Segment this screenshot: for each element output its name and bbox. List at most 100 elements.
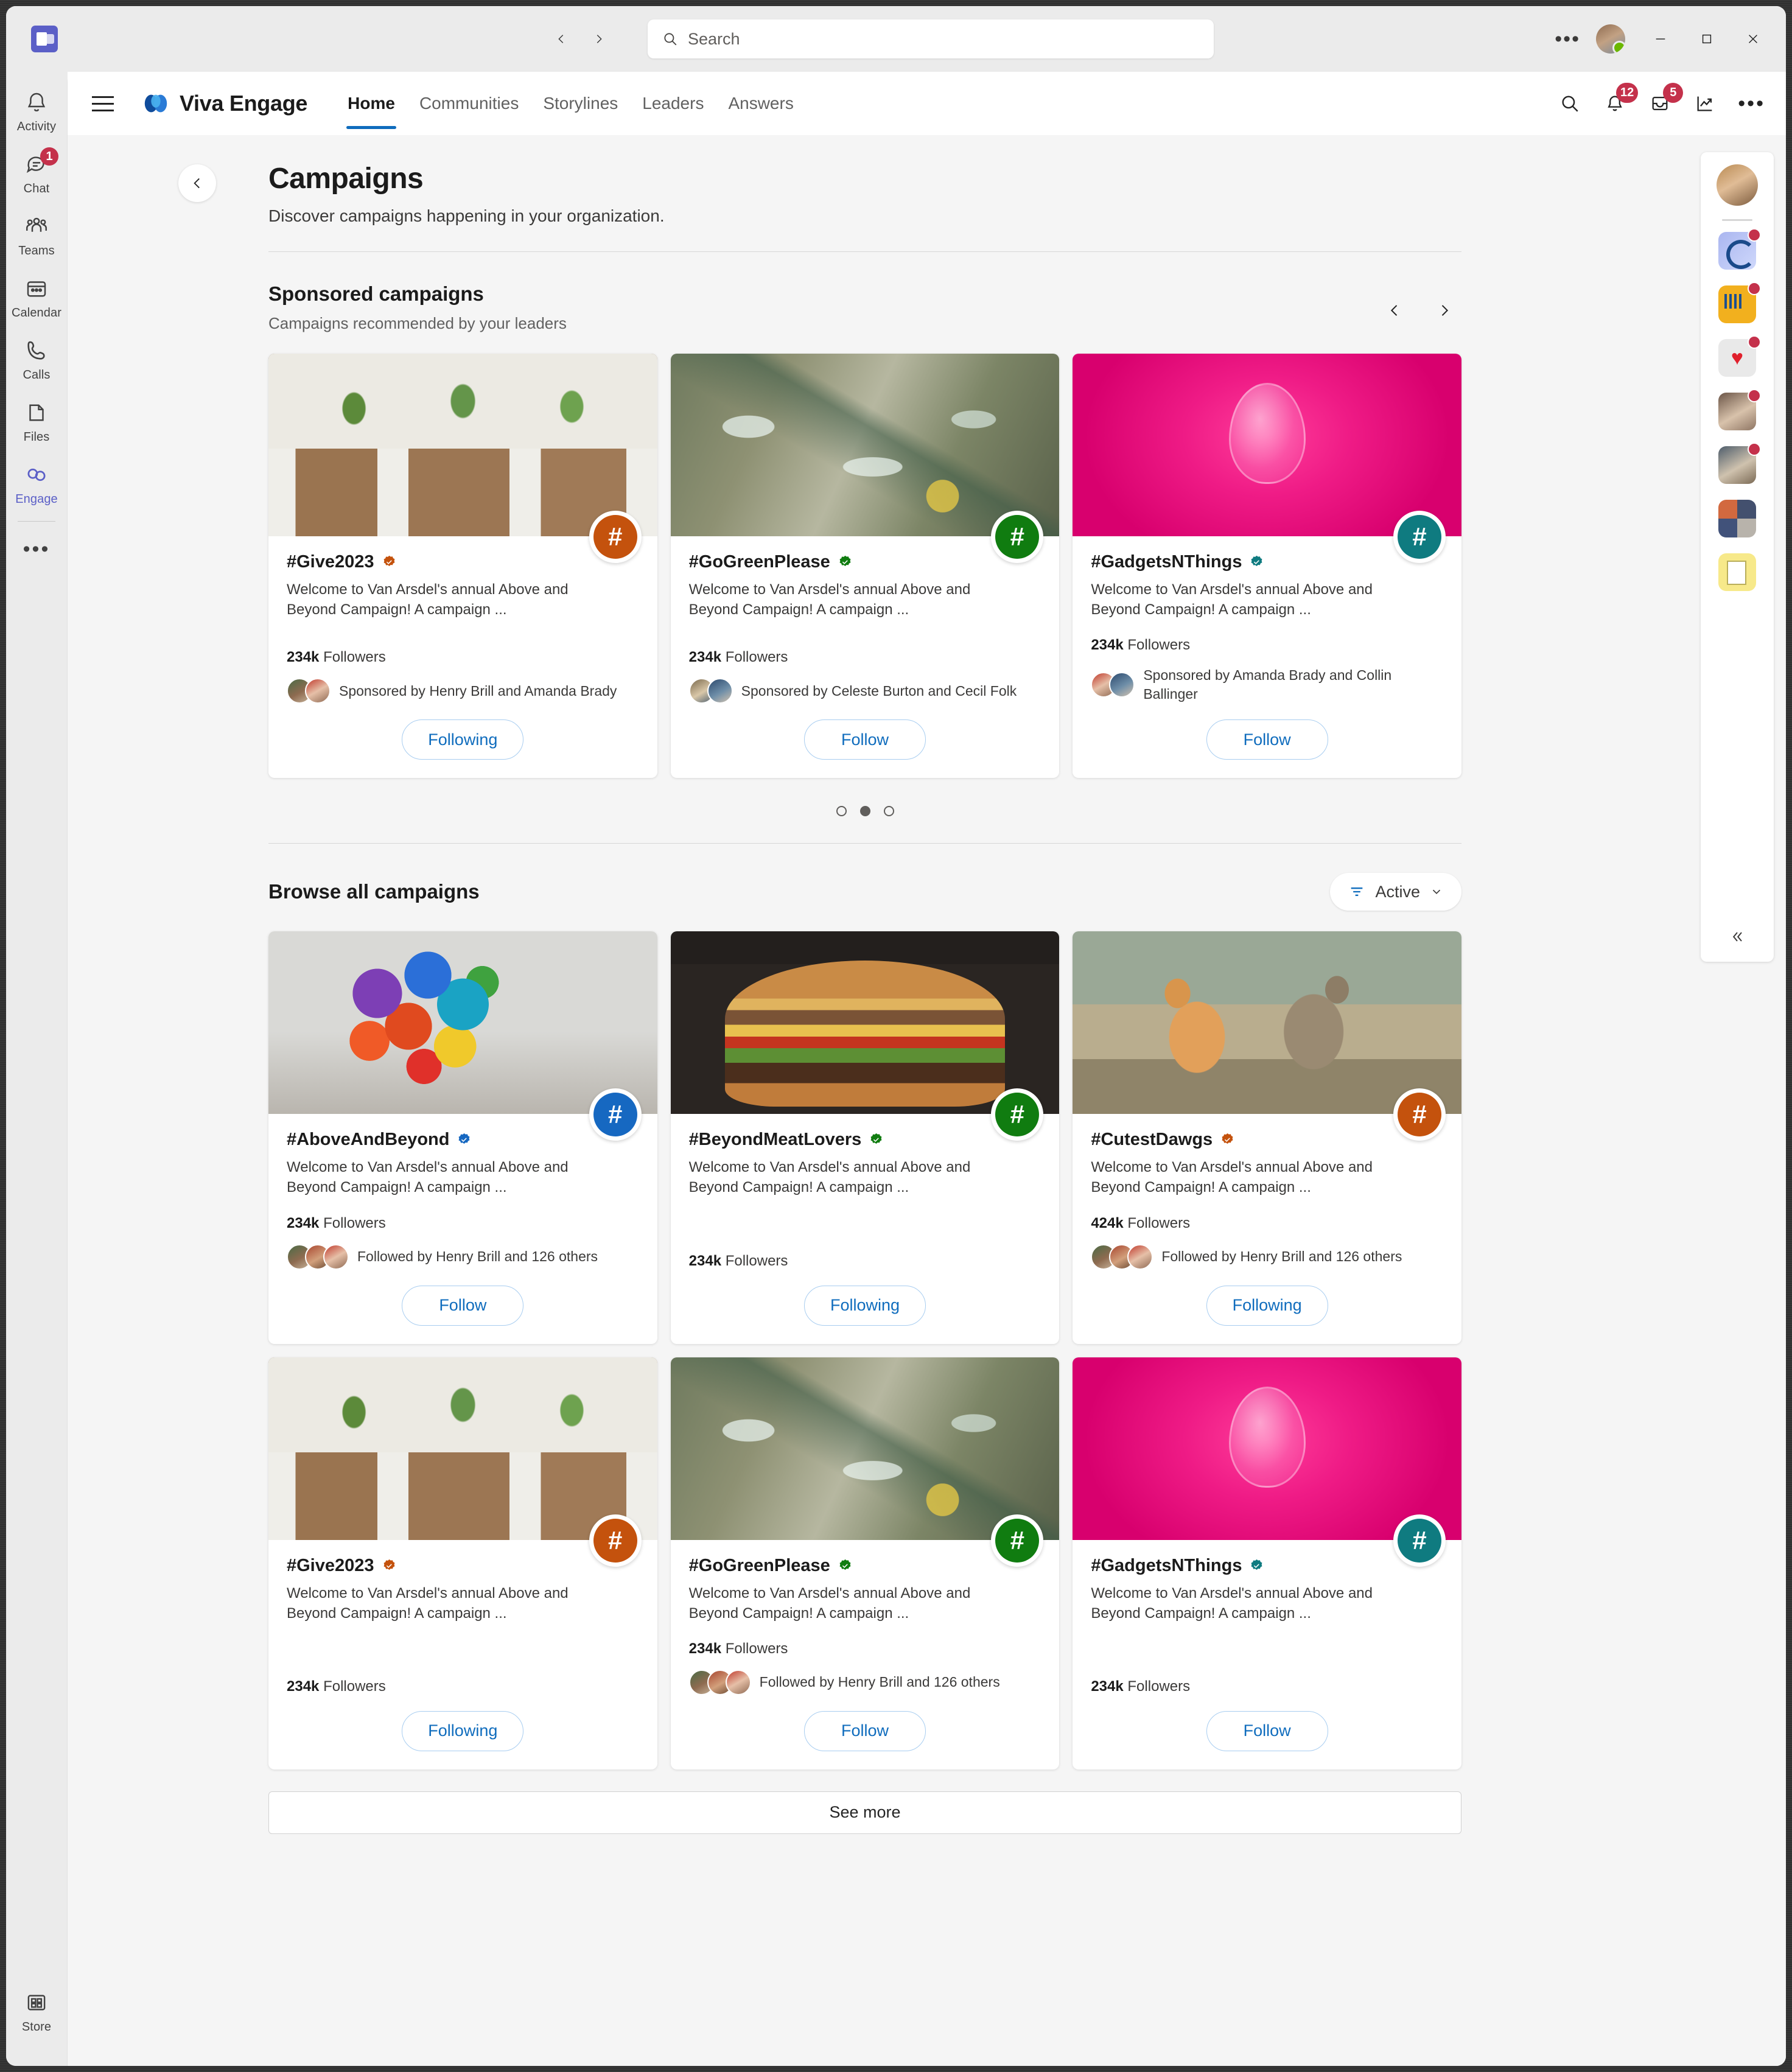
follow-button[interactable]: Following: [402, 719, 524, 760]
tab-answers[interactable]: Answers: [716, 72, 805, 135]
hashtag-icon: #: [1398, 1093, 1441, 1137]
campaign-hashtag-avatar: #: [991, 511, 1044, 563]
page-back-button[interactable]: [178, 164, 216, 202]
campaign-card[interactable]: # #BeyondMeatLovers Welcome to Van Arsde…: [670, 931, 1060, 1344]
header-overflow-button[interactable]: •••: [1733, 92, 1765, 116]
search-icon[interactable]: [1553, 86, 1587, 121]
campaign-card[interactable]: # #CutestDawgs Welcome to Van Arsdel's a…: [1073, 931, 1461, 1344]
sidebar-item-teams[interactable]: Teams: [6, 207, 67, 263]
forward-button[interactable]: [582, 22, 616, 56]
campaign-card[interactable]: # #Give2023 Welcome to Van Arsdel's annu…: [268, 1357, 657, 1769]
sidebar-item-files[interactable]: Files: [6, 393, 67, 449]
maximize-button[interactable]: [1685, 17, 1729, 61]
followers-count: 234k: [688, 1640, 722, 1657]
notifications-bell-icon[interactable]: 12: [1598, 83, 1639, 121]
avatar-group: [1091, 672, 1135, 698]
verified-badge-icon: [870, 1133, 882, 1144]
follow-button[interactable]: Follow: [1206, 719, 1328, 760]
analytics-icon[interactable]: [1688, 86, 1722, 121]
campaign-people-text: Sponsored by Amanda Brady and Collin Bal…: [1143, 667, 1392, 702]
right-rail-item-documents[interactable]: [1718, 553, 1756, 591]
filter-dropdown[interactable]: Active: [1330, 873, 1461, 911]
right-rail-item-people-grid[interactable]: [1718, 500, 1756, 537]
campaign-people-text: Sponsored by Celeste Burton and Cecil Fo…: [741, 682, 1017, 699]
campaign-card[interactable]: # #Give2023 Welcome to Van Arsdel's annu…: [268, 354, 657, 779]
follow-button[interactable]: Follow: [803, 1710, 926, 1751]
avatar: [1127, 1244, 1153, 1270]
campaign-card[interactable]: # #GadgetsNThings Welcome to Van Arsdel'…: [1073, 1357, 1461, 1769]
filter-label: Active: [1375, 882, 1420, 901]
tab-leaders[interactable]: Leaders: [630, 72, 716, 135]
right-rail-item-person-photo[interactable]: [1718, 389, 1761, 430]
sidebar-item-activity[interactable]: Activity: [6, 83, 67, 139]
follow-button[interactable]: Following: [1206, 1285, 1328, 1326]
avatar: [725, 1669, 751, 1695]
hashtag-icon: #: [593, 515, 637, 559]
campaign-cover-image: [268, 931, 657, 1115]
follow-button[interactable]: Following: [402, 1710, 524, 1751]
hashtag-icon: #: [1398, 1518, 1441, 1563]
campaign-people-row: Followed by Henry Brill and 126 others: [1091, 1244, 1443, 1270]
chat-badge: 1: [40, 147, 58, 166]
see-more-button[interactable]: See more: [268, 1791, 1461, 1834]
inbox-icon[interactable]: 5: [1643, 83, 1684, 121]
avatar: [323, 1244, 349, 1270]
bell-icon: [23, 89, 50, 116]
right-rail-item-presentation[interactable]: [1718, 282, 1761, 323]
followers-label: Followers: [725, 1252, 788, 1269]
search-input[interactable]: Search: [648, 19, 1214, 58]
follow-button[interactable]: Follow: [1206, 1710, 1328, 1751]
avatar[interactable]: [1717, 164, 1758, 206]
follow-button[interactable]: Follow: [402, 1285, 524, 1326]
right-rail-item-viva-connections[interactable]: [1718, 228, 1761, 270]
sidebar-item-calendar[interactable]: Calendar: [6, 269, 67, 325]
window-overflow-button[interactable]: •••: [1541, 27, 1594, 51]
campaign-title: #GadgetsNThings: [1091, 552, 1242, 572]
campaign-title: #GoGreenPlease: [688, 552, 830, 572]
back-button[interactable]: [544, 22, 578, 56]
chevron-double-left-icon: [1732, 932, 1742, 942]
sidebar-item-engage[interactable]: Engage: [6, 455, 67, 511]
tab-storylines[interactable]: Storylines: [531, 72, 630, 135]
carousel-dot[interactable]: [836, 806, 847, 817]
carousel-dot[interactable]: [883, 806, 894, 817]
right-rail-item-heart[interactable]: [1718, 335, 1761, 377]
campaign-card[interactable]: # #GoGreenPlease Welcome to Van Arsdel's…: [670, 354, 1060, 779]
follow-button[interactable]: Follow: [803, 719, 926, 760]
teams-window: Search ••• Activity 1 Chat Teams Calenda…: [6, 6, 1786, 2066]
sidebar-item-chat[interactable]: 1 Chat: [6, 145, 67, 201]
campaign-description: Welcome to Van Arsdel's annual Above and…: [688, 1159, 971, 1196]
close-button[interactable]: [1731, 17, 1775, 61]
section-divider: [268, 251, 1461, 252]
right-rail-item-person-laptop[interactable]: [1718, 443, 1761, 484]
campaign-people-row: Sponsored by Celeste Burton and Cecil Fo…: [688, 678, 1041, 704]
avatar: [707, 678, 733, 704]
campaign-hashtag-avatar: #: [589, 1514, 642, 1567]
sponsored-title: Sponsored campaigns: [268, 282, 484, 305]
chevron-down-icon: [1432, 889, 1441, 895]
avatar: [305, 678, 331, 704]
tab-home[interactable]: Home: [335, 72, 407, 135]
follow-button[interactable]: Following: [803, 1285, 926, 1326]
browse-title: Browse all campaigns: [268, 880, 480, 903]
avatar[interactable]: [1596, 24, 1625, 54]
engage-icon: [23, 461, 50, 488]
collapse-rail-button[interactable]: [1729, 928, 1746, 962]
hamburger-icon[interactable]: [86, 86, 120, 121]
browse-campaign-grid: # #AboveAndBeyond Welcome to Van Arsdel'…: [268, 931, 1461, 1769]
sidebar-item-calls[interactable]: Calls: [6, 331, 67, 387]
campaign-description: Welcome to Van Arsdel's annual Above and…: [287, 1159, 569, 1196]
section-divider: [268, 843, 1461, 844]
minimize-button[interactable]: [1639, 17, 1682, 61]
more-apps-button[interactable]: •••: [23, 530, 51, 561]
carousel-dot-active[interactable]: [859, 806, 870, 817]
sidebar-item-store[interactable]: Store: [6, 1983, 67, 2039]
campaign-card[interactable]: # #GoGreenPlease Welcome to Van Arsdel's…: [670, 1357, 1060, 1769]
campaign-card[interactable]: # #GadgetsNThings Welcome to Van Arsdel'…: [1073, 354, 1461, 779]
carousel-next-button[interactable]: [1427, 293, 1461, 327]
carousel-prev-button[interactable]: [1377, 293, 1412, 327]
campaign-people-row: Followed by Henry Brill and 126 others: [287, 1244, 639, 1270]
tab-communities[interactable]: Communities: [407, 72, 531, 135]
file-icon: [23, 399, 50, 426]
campaign-card[interactable]: # #AboveAndBeyond Welcome to Van Arsdel'…: [268, 931, 657, 1344]
